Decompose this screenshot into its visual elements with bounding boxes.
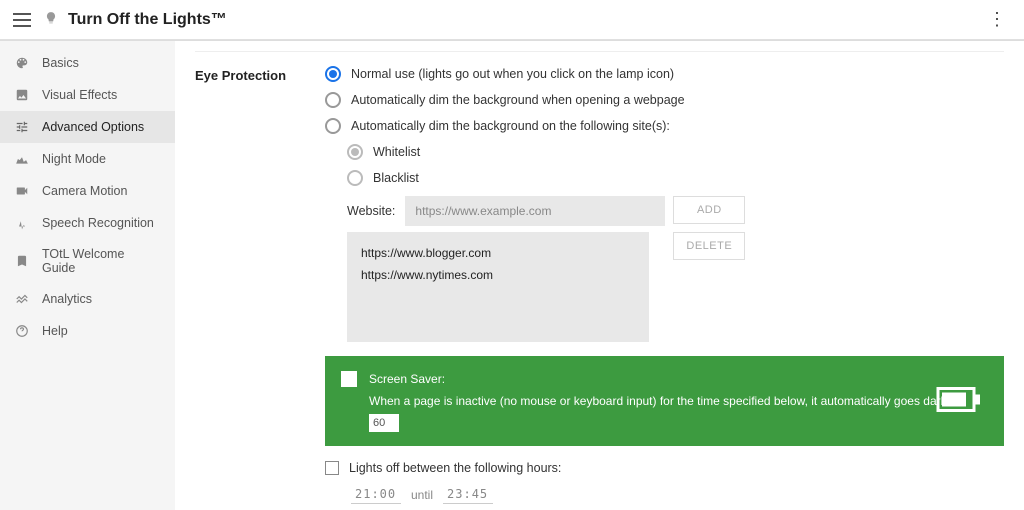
lamp-icon: [44, 11, 58, 28]
radio-icon[interactable]: [325, 118, 341, 134]
camera-icon: [14, 183, 30, 199]
help-icon: [14, 323, 30, 339]
sidebar-item-help[interactable]: Help: [0, 315, 175, 347]
list-item[interactable]: https://www.nytimes.com: [361, 264, 635, 286]
sidebar: Basics Visual Effects Advanced Options N…: [0, 41, 175, 510]
hours-off-row[interactable]: Lights off between the following hours:: [325, 460, 1004, 475]
sidebar-item-welcome-guide[interactable]: TOtL Welcome Guide: [0, 239, 175, 283]
sidebar-item-label: TOtL Welcome Guide: [42, 247, 161, 275]
sidebar-item-visual-effects[interactable]: Visual Effects: [0, 79, 175, 111]
palette-icon: [14, 55, 30, 71]
sidebar-item-night-mode[interactable]: Night Mode: [0, 143, 175, 175]
radio-label: Automatically dim the background on the …: [351, 119, 670, 133]
sidebar-item-label: Camera Motion: [42, 184, 127, 198]
radio-icon[interactable]: [325, 66, 341, 82]
website-input[interactable]: [405, 196, 665, 226]
radio-icon[interactable]: [325, 92, 341, 108]
time-from-input[interactable]: [351, 485, 401, 504]
radio-label: Blacklist: [373, 171, 419, 185]
sidebar-item-analytics[interactable]: Analytics: [0, 283, 175, 315]
photo-icon: [14, 87, 30, 103]
add-button[interactable]: ADD: [673, 196, 745, 224]
radio-label: Normal use (lights go out when you click…: [351, 67, 674, 81]
night-icon: [14, 151, 30, 167]
sidebar-item-label: Speech Recognition: [42, 216, 154, 230]
analytics-icon: [14, 291, 30, 307]
bookmark-icon: [14, 253, 30, 269]
radio-normal-use[interactable]: Normal use (lights go out when you click…: [325, 66, 1004, 82]
screensaver-seconds-input[interactable]: [369, 414, 399, 432]
sidebar-item-speech-recognition[interactable]: Speech Recognition: [0, 207, 175, 239]
radio-whitelist[interactable]: Whitelist: [347, 144, 1004, 160]
section-title: Eye Protection: [195, 66, 295, 504]
app-header: Turn Off the Lights™ ⋮: [0, 0, 1024, 40]
sidebar-item-label: Night Mode: [42, 152, 106, 166]
hamburger-menu-icon[interactable]: [10, 8, 34, 32]
battery-icon: [936, 385, 982, 418]
sidebar-item-advanced-options[interactable]: Advanced Options: [0, 111, 175, 143]
sidebar-item-label: Help: [42, 324, 68, 338]
screensaver-title: Screen Saver:: [369, 370, 950, 388]
until-label: until: [411, 488, 433, 502]
app-title: Turn Off the Lights™: [68, 11, 227, 29]
radio-label: Automatically dim the background when op…: [351, 93, 685, 107]
speech-icon: [14, 215, 30, 231]
sliders-icon: [14, 119, 30, 135]
delete-button[interactable]: DELETE: [673, 232, 745, 260]
sidebar-item-label: Basics: [42, 56, 79, 70]
radio-icon[interactable]: [347, 170, 363, 186]
screensaver-checkbox[interactable]: [341, 371, 357, 387]
radio-label: Whitelist: [373, 145, 420, 159]
hours-off-label: Lights off between the following hours:: [349, 461, 561, 475]
website-field-label: Website:: [347, 204, 395, 218]
hours-off-checkbox[interactable]: [325, 461, 339, 475]
website-list[interactable]: https://www.blogger.com https://www.nyti…: [347, 232, 649, 342]
sidebar-item-label: Visual Effects: [42, 88, 117, 102]
radio-auto-dim-sites[interactable]: Automatically dim the background on the …: [325, 118, 1004, 134]
time-until-input[interactable]: [443, 485, 493, 504]
sidebar-item-label: Advanced Options: [42, 120, 144, 134]
screensaver-panel: Screen Saver: When a page is inactive (n…: [325, 356, 1004, 446]
radio-auto-dim-all[interactable]: Automatically dim the background when op…: [325, 92, 1004, 108]
list-item[interactable]: https://www.blogger.com: [361, 242, 635, 264]
screensaver-description: When a page is inactive (no mouse or key…: [369, 392, 950, 410]
more-menu-icon[interactable]: ⋮: [980, 5, 1014, 34]
sidebar-item-basics[interactable]: Basics: [0, 47, 175, 79]
sidebar-item-label: Analytics: [42, 292, 92, 306]
radio-icon[interactable]: [347, 144, 363, 160]
sidebar-item-camera-motion[interactable]: Camera Motion: [0, 175, 175, 207]
radio-blacklist[interactable]: Blacklist: [347, 170, 1004, 186]
main-content: Eye Protection Normal use (lights go out…: [175, 41, 1024, 510]
